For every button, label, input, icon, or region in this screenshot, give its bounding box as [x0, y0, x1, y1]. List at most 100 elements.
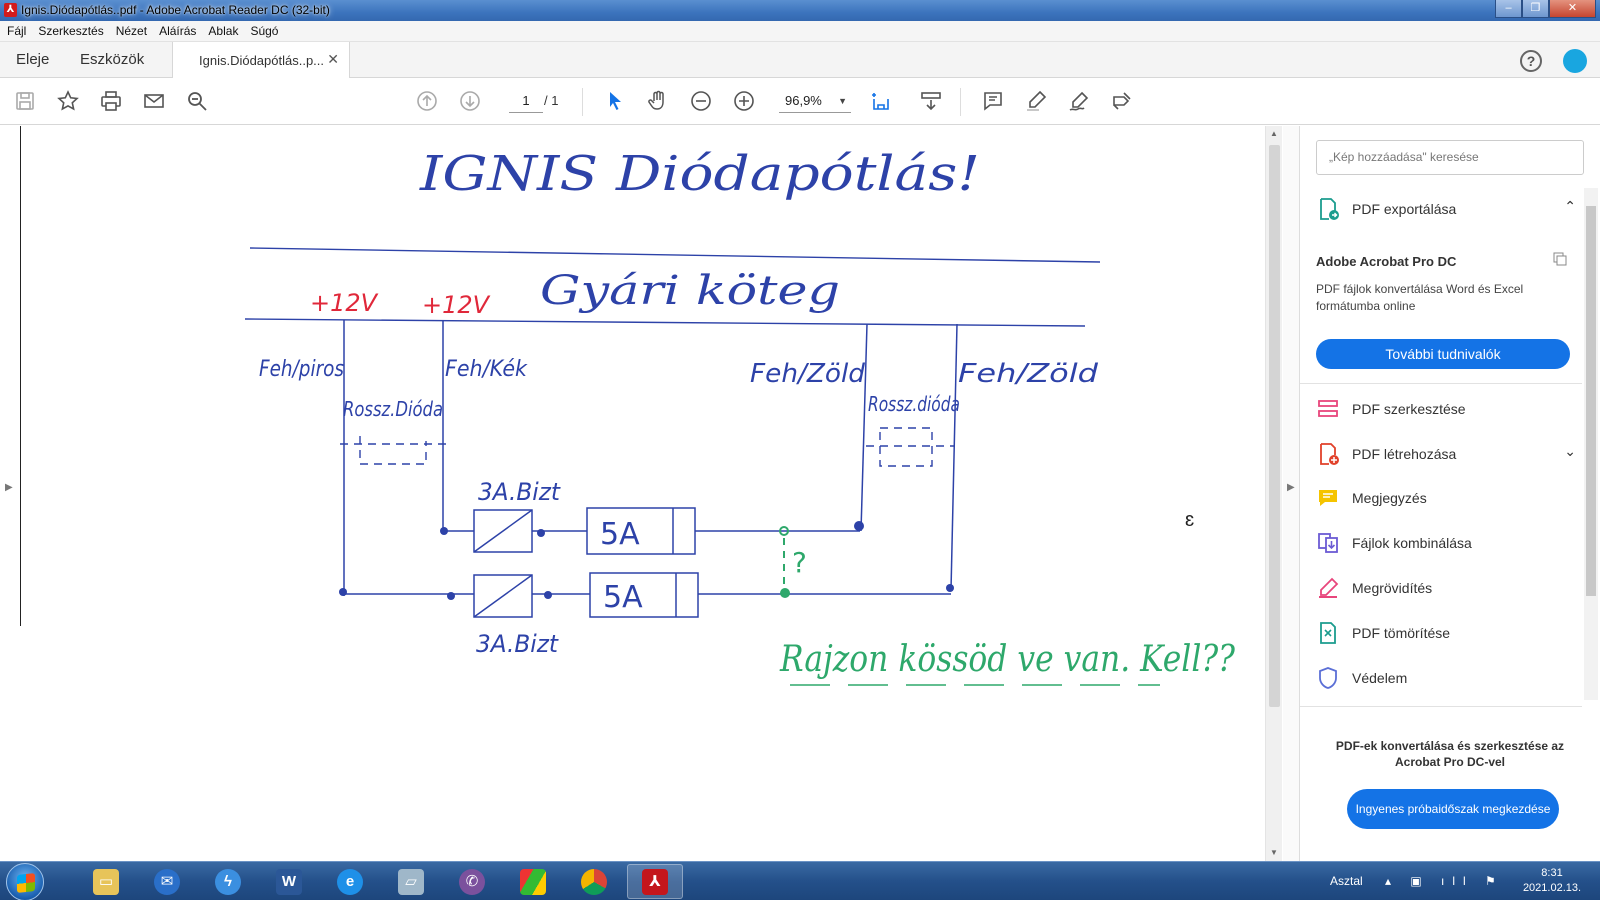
node-dot: [544, 591, 552, 599]
right-panel-toggle[interactable]: ▶: [1283, 126, 1300, 861]
node-dot: [537, 529, 545, 537]
sign-icon[interactable]: [1066, 88, 1092, 114]
document-scrollbar[interactable]: ▲ ▼: [1265, 126, 1282, 861]
promo-text: PDF-ek konvertálása és szerkesztése az A…: [1335, 739, 1565, 769]
close-tab-icon[interactable]: ✕: [327, 51, 339, 68]
hand-tool-icon[interactable]: [645, 88, 671, 114]
toolbar: 1 / 1 96,9% ▼: [0, 78, 1600, 125]
window-controls: ‒ ❐ ✕: [1495, 0, 1596, 19]
fuse-top-label: 3A.Bizt: [478, 478, 562, 506]
node-dot: [447, 592, 455, 600]
combine-icon: [1318, 533, 1338, 553]
tab-document[interactable]: Ignis.Diódapótlás..p... ✕: [172, 42, 350, 79]
wire-label-1: Feh/piros: [259, 357, 344, 382]
export-pdf-header[interactable]: PDF exportálása: [1316, 197, 1456, 221]
collapse-right-icon: ▶: [1287, 482, 1295, 493]
product-title: Adobe Acrobat Pro DC: [1316, 254, 1457, 269]
scroll-up-icon[interactable]: ▲: [1270, 129, 1278, 138]
menu-edit[interactable]: Szerkesztés: [38, 24, 103, 38]
more-tools-icon[interactable]: [1109, 88, 1135, 114]
tool-redact[interactable]: Megrövidítés: [1316, 576, 1432, 600]
free-trial-button[interactable]: Ingyenes próbaidőszak megkezdése: [1347, 789, 1559, 829]
taskbar-maps-app[interactable]: [505, 864, 561, 899]
node-dot: [854, 521, 864, 531]
comment-icon[interactable]: [980, 88, 1006, 114]
zoom-level-select[interactable]: 96,9% ▼: [779, 91, 851, 113]
taskbar-outlook[interactable]: ✉: [139, 864, 195, 899]
search-icon[interactable]: [184, 88, 210, 114]
scroll-mode-icon[interactable]: [918, 88, 944, 114]
windows-taskbar: ▭ ✉ ϟ W e ▱ ✆ ⅄ Asztal ▴ ▣ ıll ⚑ 8:31 20…: [0, 861, 1600, 900]
help-icon[interactable]: ?: [1520, 50, 1542, 72]
scrollbar-thumb[interactable]: [1586, 206, 1596, 596]
chevron-up-icon[interactable]: ⌃: [1564, 198, 1576, 215]
compress-icon: [1320, 622, 1336, 644]
fit-page-icon[interactable]: [868, 88, 894, 114]
account-avatar[interactable]: [1563, 49, 1587, 73]
zoom-in-icon[interactable]: [731, 88, 757, 114]
taskbar-acrobat[interactable]: ⅄: [627, 864, 683, 899]
close-window-button[interactable]: ✕: [1549, 0, 1596, 18]
tool-compress-pdf[interactable]: PDF tömörítése: [1316, 621, 1450, 645]
chevron-down-icon[interactable]: ⌄: [1564, 443, 1576, 460]
taskbar-internet-explorer[interactable]: e: [322, 864, 378, 899]
tab-row: Eleje Eszközök Ignis.Diódapótlás..p... ✕: [0, 42, 1600, 79]
document-tab-label: Ignis.Diódapótlás..p...: [199, 53, 325, 68]
start-button[interactable]: [6, 863, 44, 900]
tool-create-pdf[interactable]: PDF létrehozása: [1316, 442, 1456, 466]
more-info-button[interactable]: További tudnivalók: [1316, 339, 1570, 369]
minimize-button[interactable]: ‒: [1495, 0, 1522, 18]
document-viewport[interactable]: IGNIS Diódapótlás! Gyári köteg +12V +12V…: [0, 126, 1300, 861]
taskbar-clock[interactable]: 8:31 2021.02.13.: [1522, 866, 1582, 896]
menu-window[interactable]: Ablak: [208, 24, 238, 38]
scrollbar-thumb[interactable]: [1269, 145, 1280, 707]
next-page-icon[interactable]: [457, 88, 483, 114]
bookmark-star-icon[interactable]: [55, 88, 81, 114]
email-icon[interactable]: [141, 88, 167, 114]
zoom-out-icon[interactable]: [688, 88, 714, 114]
clock-date: 2021.02.13.: [1522, 882, 1582, 894]
tools-pane-scrollbar[interactable]: [1584, 188, 1598, 700]
scroll-down-icon[interactable]: ▼: [1270, 848, 1278, 857]
taskbar-explorer[interactable]: ▭: [78, 864, 134, 899]
select-cursor-icon[interactable]: [602, 88, 628, 114]
menu-sign[interactable]: Aláírás: [159, 24, 196, 38]
tool-label: Megrövidítés: [1352, 580, 1433, 596]
page-number-input[interactable]: 1: [509, 91, 543, 113]
menu-help[interactable]: Súgó: [250, 24, 278, 38]
export-pdf-label: PDF exportálása: [1352, 201, 1457, 217]
protect-icon: [1319, 667, 1337, 689]
save-icon[interactable]: [12, 88, 38, 114]
tab-home[interactable]: Eleje: [16, 51, 49, 68]
highlight-pen-icon[interactable]: [1023, 88, 1049, 114]
tool-comment[interactable]: Megjegyzés: [1316, 486, 1427, 510]
tool-label: PDF tömörítése: [1352, 625, 1451, 641]
menu-view[interactable]: Nézet: [116, 24, 147, 38]
previous-page-icon[interactable]: [414, 88, 440, 114]
notes-icon: ▱: [398, 868, 424, 895]
taskbar-viber[interactable]: ✆: [444, 864, 500, 899]
tool-protect[interactable]: Védelem: [1316, 666, 1407, 690]
menu-file[interactable]: Fájl: [7, 24, 26, 38]
clock-time: 8:31: [1541, 867, 1563, 879]
taskbar-notes[interactable]: ▱: [383, 864, 439, 899]
desktop-toolbar-label[interactable]: Asztal: [1330, 874, 1363, 888]
taskbar-chrome[interactable]: [566, 864, 622, 899]
tool-combine-files[interactable]: Fájlok kombinálása: [1316, 531, 1472, 555]
fuse-5a-bottom-value: 5A: [603, 580, 643, 615]
create-pdf-icon: [1320, 443, 1339, 465]
tray-icons[interactable]: ▴ ▣ ıll ⚑: [1385, 874, 1504, 888]
fuse-5a-top-value: 5A: [600, 517, 640, 552]
taskbar-word[interactable]: W: [261, 864, 317, 899]
toolbar-divider: [582, 88, 583, 116]
harness-top-line: [249, 247, 1101, 263]
taskbar-lightning-app[interactable]: ϟ: [200, 864, 256, 899]
mail-client-icon: ✉: [154, 868, 180, 895]
left-panel-toggle[interactable]: ▶: [0, 126, 20, 861]
restore-button[interactable]: ❐: [1522, 0, 1549, 18]
tool-edit-pdf[interactable]: PDF szerkesztése: [1316, 397, 1466, 421]
copy-icon[interactable]: [1552, 251, 1568, 267]
tab-tools[interactable]: Eszközök: [80, 51, 144, 68]
print-icon[interactable]: [98, 88, 124, 114]
tool-search-input[interactable]: „Kép hozzáadása" keresése: [1316, 140, 1584, 175]
